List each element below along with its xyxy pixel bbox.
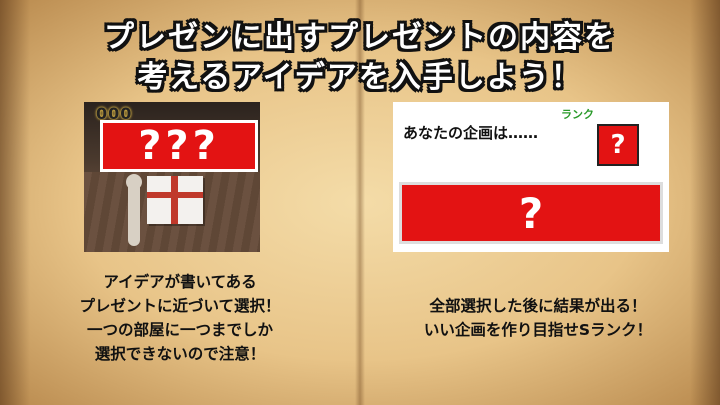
left-description: アイデアが書いてある プレゼントに近づいて選択！ 一つの部屋に一つまでしか 選択… bbox=[40, 270, 320, 366]
rank-question-box: ? bbox=[597, 124, 639, 166]
left-desc-line: プレゼントに近づいて選択！ bbox=[79, 297, 281, 315]
title-line-1: プレゼンに出すプレゼントの内容を bbox=[104, 20, 616, 55]
right-desc-line: 全部選択した後に結果が出る！ bbox=[429, 297, 647, 315]
left-desc-line: 選択できないので注意！ bbox=[94, 345, 266, 363]
gameplay-screenshot: 000 ??? bbox=[84, 102, 260, 252]
right-desc-line: いい企画を作り目指せSランク！ bbox=[423, 321, 653, 339]
present-box-icon bbox=[147, 176, 203, 224]
player-figure bbox=[128, 182, 140, 246]
result-question-box: ? bbox=[399, 182, 663, 244]
title-line-2: 考えるアイデアを入手しよう！ bbox=[137, 60, 583, 95]
present-ribbon-vertical bbox=[171, 176, 178, 224]
left-desc-line: 一つの部屋に一つまでしか bbox=[86, 321, 273, 339]
plan-text: あなたの企画は…… bbox=[403, 124, 539, 142]
tutorial-book: プレゼンに出すプレゼントの内容を 考えるアイデアを入手しよう！ 000 ??? … bbox=[0, 0, 720, 405]
rank-label: ランク bbox=[561, 108, 594, 121]
left-desc-line: アイデアが書いてある bbox=[103, 273, 257, 291]
present-ribbon-horizontal bbox=[147, 192, 203, 198]
right-description: 全部選択した後に結果が出る！ いい企画を作り目指せSランク！ bbox=[378, 294, 698, 342]
result-panel: あなたの企画は…… ランク ? ? bbox=[393, 102, 669, 252]
idea-question-box: ??? bbox=[100, 120, 258, 172]
